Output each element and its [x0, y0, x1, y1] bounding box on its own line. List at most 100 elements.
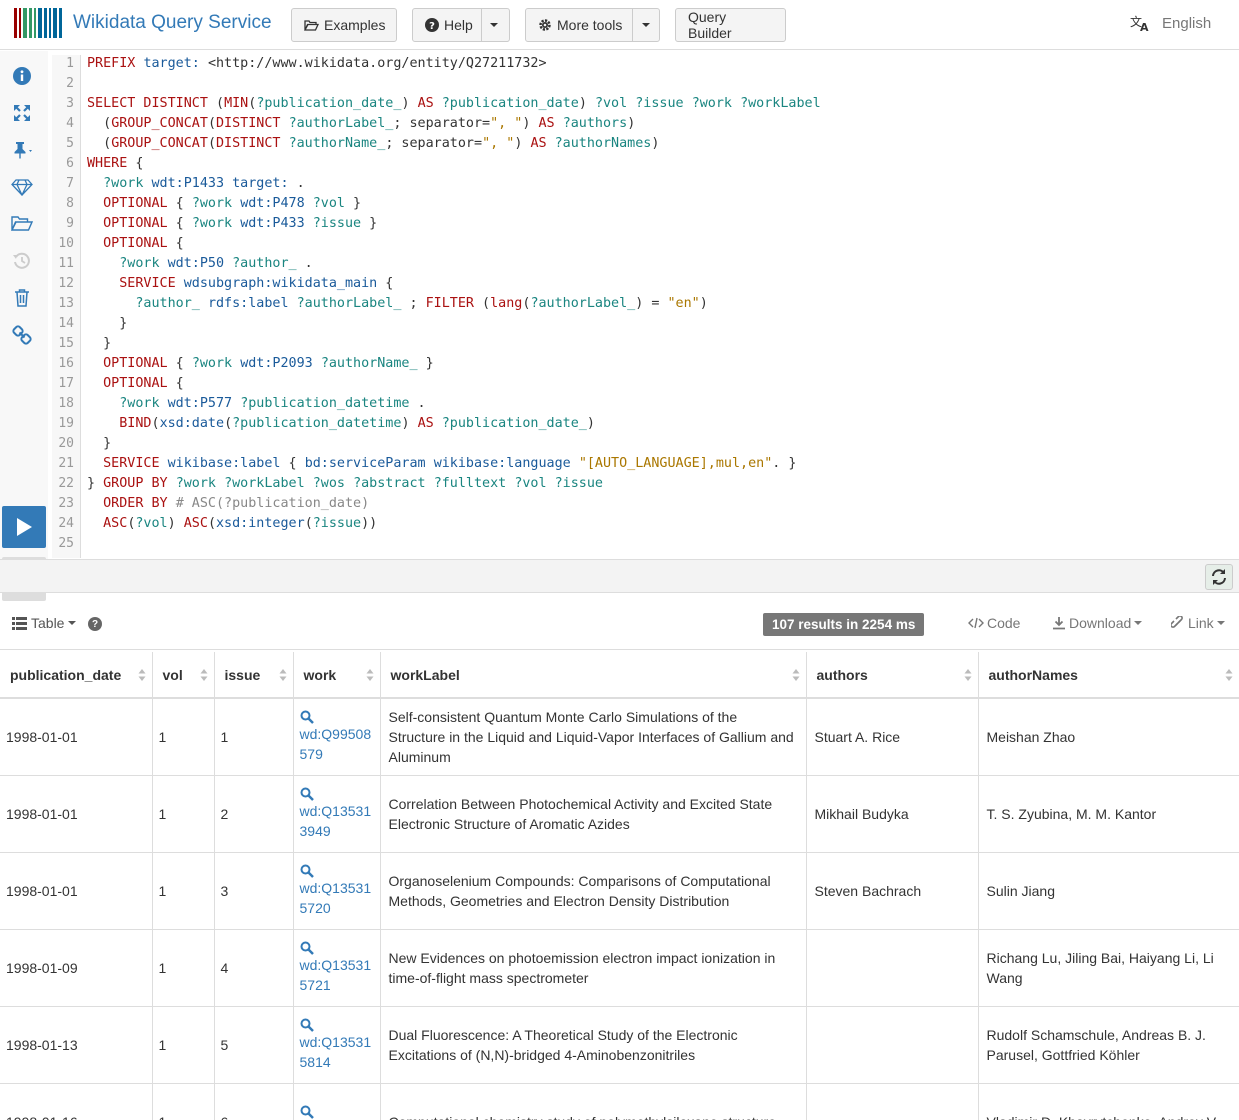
more-tools-label: More tools — [557, 17, 623, 33]
link-icon — [1171, 616, 1183, 628]
line-number: 6 — [66, 156, 74, 171]
cell-vol: 1 — [152, 929, 215, 1007]
link-label: Link — [1188, 615, 1214, 631]
search-icon[interactable] — [300, 864, 314, 878]
line-number: 20 — [58, 436, 74, 451]
line-number: 11 — [58, 256, 74, 271]
history-button[interactable] — [10, 249, 34, 273]
line-number: 19 — [58, 416, 74, 431]
help-caret-button[interactable] — [480, 9, 507, 41]
expand-button[interactable] — [10, 101, 34, 125]
cell-publication-date: 1998-01-13 — [0, 1006, 153, 1084]
caret-down-icon — [1134, 621, 1143, 625]
view-label: Table — [31, 615, 65, 631]
view-selector-dropdown[interactable]: Table — [12, 615, 77, 631]
editor-results-divider[interactable] — [0, 559, 1239, 593]
wikidata-logo[interactable] — [14, 8, 64, 38]
run-query-button[interactable] — [2, 506, 46, 548]
query-builder-label: Query Builder — [688, 9, 732, 41]
more-tools-dropdown[interactable]: More tools — [525, 8, 660, 42]
line-number: 21 — [58, 456, 74, 471]
open-query-button[interactable] — [10, 212, 34, 236]
app-title[interactable]: Wikidata Query Service — [73, 12, 272, 34]
cell-work-label: Organoselenium Compounds: Comparisons of… — [380, 852, 807, 930]
table-row: 1998-01-1616wd:Q1353Computational chemis… — [0, 1083, 1239, 1120]
svg-text:?: ? — [429, 21, 435, 32]
line-number: 12 — [58, 276, 74, 291]
column-header-authors[interactable]: authors — [806, 652, 979, 699]
column-header-work[interactable]: work — [293, 652, 381, 699]
column-header-vol[interactable]: vol — [152, 652, 215, 699]
line-number: 16 — [58, 356, 74, 371]
cell-author-names: Meishan Zhao — [978, 698, 1239, 776]
work-link[interactable]: wd:Q135315720 — [300, 878, 372, 918]
cell-authors — [806, 1006, 979, 1084]
clear-button[interactable] — [10, 286, 34, 310]
cell-publication-date: 1998-01-01 — [0, 698, 153, 776]
cell-issue: 5 — [214, 1006, 294, 1084]
link-dropdown[interactable]: Link — [1171, 615, 1225, 631]
work-link[interactable]: wd:Q135315814 — [300, 1032, 372, 1072]
line-number: 18 — [58, 396, 74, 411]
line-number: 1 — [66, 56, 74, 71]
column-header-issue[interactable]: issue — [214, 652, 294, 699]
line-number: 22 — [58, 476, 74, 491]
query-builder-button[interactable]: Query Builder — [675, 8, 786, 42]
table-row: 1998-01-09 1 4 wd:Q135315721 New Evidences o… — [0, 929, 1239, 1007]
caret-down-icon — [490, 23, 499, 27]
search-icon[interactable] — [300, 941, 314, 955]
help-label: Help — [444, 17, 473, 33]
column-header-label: authors — [816, 666, 868, 683]
link-icon — [12, 325, 32, 345]
line-number: 13 — [58, 296, 74, 311]
cell-author-names: Vladimir D. Khavrytchenko, Andrey V. — [978, 1083, 1239, 1120]
search-icon[interactable] — [300, 787, 314, 801]
cell-work: wd:Q99508579 — [293, 698, 381, 776]
more-tools-caret-button[interactable] — [632, 9, 658, 41]
table-row: 1998-01-01 1 3 wd:Q135315720 Organoselenium … — [0, 852, 1239, 930]
table-row: 1998-01-13 1 5 wd:Q135315814 Dual Fluorescen… — [0, 1006, 1239, 1084]
search-icon[interactable] — [300, 710, 314, 724]
info-button[interactable] — [10, 64, 34, 88]
top-navbar: Wikidata Query Service Examples ? Help M… — [0, 0, 1239, 50]
caret-down-icon — [1216, 621, 1225, 625]
diamond-button[interactable] — [10, 175, 34, 199]
sort-icon — [964, 669, 971, 681]
search-icon[interactable] — [300, 1018, 314, 1032]
column-header-worklabel[interactable]: workLabel — [380, 652, 807, 699]
work-link[interactable]: wd:Q99508579 — [300, 724, 372, 764]
column-header-authornames[interactable]: authorNames — [978, 652, 1239, 699]
language-label: English — [1162, 14, 1212, 32]
work-link[interactable]: wd:Q135313949 — [300, 801, 372, 841]
cell-authors: Steven Bachrach — [806, 852, 979, 930]
cell-authors — [806, 1083, 979, 1120]
share-link-button[interactable] — [10, 323, 34, 347]
question-circle-icon[interactable]: ? — [88, 617, 102, 631]
line-number: 4 — [66, 116, 74, 131]
info-circle-icon — [13, 67, 31, 85]
cell-vol: 1 — [152, 775, 215, 853]
language-selector[interactable]: 文A English — [1130, 14, 1211, 32]
cell-author-names: Rudolf Schamschule, Andreas B. J. Paruse… — [978, 1006, 1239, 1084]
line-number: 10 — [58, 236, 74, 251]
line-number: 9 — [66, 216, 74, 231]
column-header-publication-date[interactable]: publication_date — [0, 652, 153, 699]
column-header-label: publication_date — [10, 666, 122, 683]
svg-text:A: A — [1140, 21, 1149, 32]
column-header-label: vol — [162, 666, 183, 683]
sparql-editor[interactable]: 1 2 3 4 5 6 7 8 9 10 11 12 13 14 15 16 17 18 19 20 21 22 23 24 2… — [52, 55, 1239, 558]
work-link[interactable]: wd:Q135315721 — [300, 955, 372, 995]
help-dropdown[interactable]: ? Help — [412, 8, 510, 42]
sort-icon — [366, 669, 373, 681]
line-number: 24 — [58, 516, 74, 531]
examples-button[interactable]: Examples — [291, 8, 397, 42]
search-icon[interactable] — [300, 1105, 314, 1119]
cell-issue: 4 — [214, 929, 294, 1007]
cell-publication-date: 1998-01-16 — [0, 1083, 153, 1120]
cell-work-label: Correlation Between Photochemical Activi… — [380, 775, 807, 853]
refresh-button[interactable] — [1205, 564, 1233, 590]
pin-dropdown[interactable] — [8, 138, 38, 162]
cell-work: wd:Q1353 — [293, 1083, 381, 1120]
code-button[interactable]: Code — [968, 615, 1020, 631]
download-dropdown[interactable]: Download — [1052, 615, 1143, 631]
